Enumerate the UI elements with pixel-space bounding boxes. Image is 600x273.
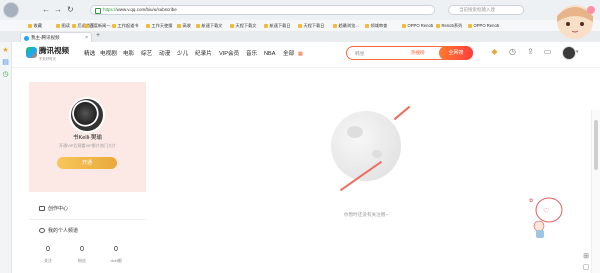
url-rest: www.v.qq.com/biu/u/subscribe	[116, 7, 177, 12]
upload-icon[interactable]: ⇪	[526, 47, 535, 56]
bookmark-item[interactable]: 工作天使搜	[146, 21, 172, 30]
site-search-button[interactable]: 全网搜	[439, 46, 473, 60]
stat-following-label: 关注	[44, 258, 52, 263]
folder-icon	[298, 23, 302, 28]
profile-avatar[interactable]	[69, 97, 105, 133]
grid-icon[interactable]: ▦	[298, 51, 303, 57]
nav-item-featured[interactable]: 精选	[84, 51, 95, 57]
star-icon	[28, 23, 32, 28]
folder-icon	[56, 23, 60, 28]
empty-state-text: 你暂时还没有关注哦~	[343, 212, 389, 217]
site-search-box[interactable]: 韩星 热搜榜 全网搜	[346, 46, 473, 60]
browser-search-placeholder: 当前搜索框输入建	[459, 7, 495, 12]
nav-item-all[interactable]: 全部	[283, 51, 294, 57]
svg-text:✿: ✿	[529, 198, 533, 204]
svg-text:♡: ♡	[543, 207, 549, 215]
nav-item-tv[interactable]: 电视剧	[100, 51, 117, 57]
nav-item-variety[interactable]: 综艺	[141, 51, 152, 57]
moon-crater	[372, 150, 382, 158]
nav-item-music[interactable]: 音乐	[246, 51, 257, 57]
nav-item-movie[interactable]: 电影	[123, 51, 134, 57]
bookmark-item[interactable]: 趋最浏览...	[333, 21, 359, 30]
folder-icon	[264, 23, 268, 28]
browser-search-input[interactable]: 当前搜索框输入建	[448, 5, 524, 15]
bookmark-item[interactable]: 领域审查	[365, 21, 387, 30]
bookmark-item[interactable]: 高收	[177, 21, 191, 30]
gift-icon[interactable]: ⊞	[582, 252, 590, 260]
folder-icon	[146, 23, 150, 28]
logo-subtitle: 不负好时光	[39, 57, 56, 61]
folder-icon	[72, 23, 76, 28]
creator-icon	[39, 206, 45, 211]
open-vip-button[interactable]: 开通	[57, 157, 117, 169]
document-icon[interactable]: ▤	[2, 59, 9, 66]
nav-item-nba[interactable]: NBA	[264, 51, 276, 57]
bookmark-item[interactable]: 航速下载日	[264, 21, 290, 30]
menu-item-creator-center[interactable]: 创作中心	[39, 205, 68, 212]
history-icon[interactable]: ◷	[2, 71, 9, 78]
folder-icon	[196, 23, 200, 28]
lock-icon	[95, 8, 101, 14]
tencent-video-favicon	[24, 36, 29, 41]
bookmark-item[interactable]: 天程下载日	[298, 21, 324, 30]
bookmark-item[interactable]: 收藏	[28, 21, 42, 30]
nav-item-vip[interactable]: VIP会员	[219, 51, 239, 57]
address-bar[interactable]: https://www.v.qq.com/biu/u/subscribe	[90, 5, 435, 15]
bookmark-item[interactable]: 天程下载文	[230, 21, 256, 30]
url-scheme: https://	[103, 7, 117, 12]
folder-icon	[84, 23, 88, 28]
vip-icon[interactable]: ◆	[490, 47, 499, 56]
profile-description: 开通VIP后观看VIP影片热门大片	[59, 143, 116, 148]
forward-button[interactable]: →	[54, 5, 62, 15]
history-icon[interactable]: ◷	[508, 47, 517, 56]
new-tab-button[interactable]: +	[96, 32, 100, 39]
moon-crater	[347, 126, 363, 138]
stat-doki-count[interactable]: 0	[105, 246, 127, 253]
browser-profile-avatar[interactable]	[3, 2, 19, 18]
folder-icon	[365, 23, 369, 28]
tab-title: 我主-腾讯视频	[31, 35, 60, 40]
chevron-down-icon[interactable]: ▾	[576, 49, 579, 55]
back-button[interactable]: ←	[42, 5, 50, 15]
scrollbar-thumb[interactable]	[594, 120, 598, 170]
bookmark-item[interactable]: 工作起道书	[112, 21, 138, 30]
person-icon	[39, 228, 45, 233]
folder-icon	[333, 23, 337, 28]
bookmark-item[interactable]: 航速下载文	[196, 21, 222, 30]
shooting-star	[393, 105, 411, 121]
tencent-video-logo-icon[interactable]	[26, 47, 37, 58]
chat-mascot-icon[interactable]: ♡ ✿	[527, 192, 567, 240]
bookmark-item[interactable]: OPPO Reno5	[402, 21, 433, 30]
stat-following-count[interactable]: 0	[37, 246, 59, 253]
nav-item-anime[interactable]: 动漫	[159, 51, 170, 57]
bookmark-item[interactable]: 图读	[56, 21, 70, 30]
divider	[29, 219, 146, 220]
video-icon[interactable]: ▭	[543, 47, 552, 56]
user-avatar[interactable]	[562, 46, 576, 60]
stat-fans-label: 粉丝	[78, 258, 86, 263]
folder-icon	[112, 23, 116, 28]
link-icon	[468, 23, 472, 28]
link-icon	[436, 23, 440, 28]
star-icon[interactable]: ★	[2, 47, 9, 54]
profile-username: 书Kelli·樊瑜	[72, 135, 103, 141]
mascot-character-icon	[557, 5, 595, 39]
site-search-placeholder: 韩星	[355, 52, 365, 57]
refresh-button[interactable]: ↻	[67, 5, 74, 15]
folder-icon	[177, 23, 181, 28]
nav-item-kids[interactable]: 少儿	[177, 51, 188, 57]
nav-item-documentary[interactable]: 纪录片	[195, 51, 212, 57]
bookmark-item[interactable]: Reno5系列	[436, 21, 462, 30]
folder-icon	[230, 23, 234, 28]
logo-text[interactable]: 腾讯视频	[39, 47, 69, 55]
feedback-icon[interactable]: ▢	[582, 263, 590, 271]
menu-item-personal-channel[interactable]: 我的个人频道	[39, 227, 78, 234]
stat-doki-label: doki圈	[110, 258, 122, 263]
link-icon	[402, 23, 406, 28]
stat-fans-count[interactable]: 0	[71, 246, 93, 253]
bookmark-item[interactable]: 百度新闻一...	[84, 21, 114, 30]
hot-search-link[interactable]: 热搜榜	[411, 50, 425, 56]
tab-active[interactable]: 我主-腾讯视频 ×	[20, 32, 92, 42]
bookmark-item[interactable]: OPPO Reno5	[468, 21, 499, 30]
